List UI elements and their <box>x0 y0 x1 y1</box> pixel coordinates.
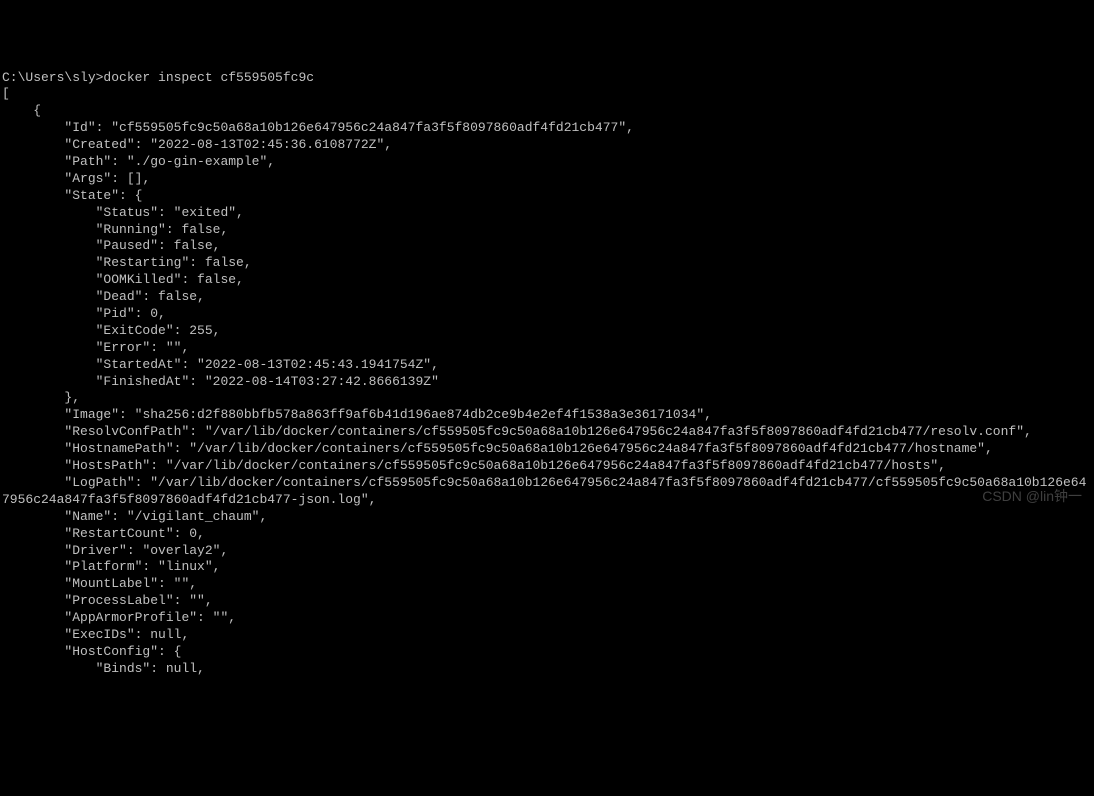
platform-key: "Platform": <box>2 559 158 574</box>
prompt: C:\Users\sly> <box>2 70 103 85</box>
finishedat-val: "2022-08-14T03:27:42.8666139Z" <box>205 374 439 389</box>
args-key: "Args": <box>2 171 127 186</box>
driver-val: "overlay2", <box>142 543 228 558</box>
apparmor-val: "", <box>213 610 236 625</box>
dead-val: false, <box>158 289 205 304</box>
state-close: }, <box>2 390 80 405</box>
logpath-val: "/var/lib/docker/containers/cf559505fc9c… <box>2 475 1086 507</box>
status-val: "exited", <box>174 205 244 220</box>
apparmor-key: "AppArmorProfile": <box>2 610 213 625</box>
hostspath-key: "HostsPath": <box>2 458 166 473</box>
hostnamepath-key: "HostnamePath": <box>2 441 189 456</box>
running-val: false, <box>181 222 228 237</box>
running-key: "Running": <box>2 222 181 237</box>
image-key: "Image": <box>2 407 135 422</box>
paused-key: "Paused": <box>2 238 174 253</box>
hostconfig-key: "HostConfig": { <box>2 644 181 659</box>
name-key: "Name": <box>2 509 127 524</box>
dead-key: "Dead": <box>2 289 158 304</box>
binds-val: null, <box>166 661 205 676</box>
created-val: "2022-08-13T02:45:36.6108772Z", <box>150 137 392 152</box>
execids-key: "ExecIDs": <box>2 627 150 642</box>
command-text: docker inspect cf559505fc9c <box>103 70 314 85</box>
hostnamepath-val: "/var/lib/docker/containers/cf559505fc9c… <box>189 441 993 456</box>
error-val: "", <box>166 340 189 355</box>
mountlabel-key: "MountLabel": <box>2 576 174 591</box>
restarting-val: false, <box>205 255 252 270</box>
binds-key: "Binds": <box>2 661 166 676</box>
terminal-output[interactable]: C:\Users\sly>docker inspect cf559505fc9c… <box>2 70 1092 678</box>
paused-val: false, <box>174 238 221 253</box>
json-open: [ { <box>2 86 41 118</box>
startedat-key: "StartedAt": <box>2 357 197 372</box>
error-key: "Error": <box>2 340 166 355</box>
id-key: "Id": <box>2 120 111 135</box>
oomkilled-key: "OOMKilled": <box>2 272 197 287</box>
path-val: "./go-gin-example", <box>127 154 275 169</box>
pid-val: 0, <box>150 306 166 321</box>
logpath-key: "LogPath": <box>2 475 150 490</box>
exitcode-key: "ExitCode": <box>2 323 189 338</box>
args-val: [], <box>127 171 150 186</box>
finishedat-key: "FinishedAt": <box>2 374 205 389</box>
restarting-key: "Restarting": <box>2 255 205 270</box>
exitcode-val: 255, <box>189 323 220 338</box>
oomkilled-val: false, <box>197 272 244 287</box>
name-val: "/vigilant_chaum", <box>127 509 267 524</box>
resolvconfpath-key: "ResolvConfPath": <box>2 424 205 439</box>
resolvconfpath-val: "/var/lib/docker/containers/cf559505fc9c… <box>205 424 1032 439</box>
path-key: "Path": <box>2 154 127 169</box>
pid-key: "Pid": <box>2 306 150 321</box>
startedat-val: "2022-08-13T02:45:43.1941754Z", <box>197 357 439 372</box>
hostspath-val: "/var/lib/docker/containers/cf559505fc9c… <box>166 458 946 473</box>
mountlabel-val: "", <box>174 576 197 591</box>
restartcount-key: "RestartCount": <box>2 526 189 541</box>
driver-key: "Driver": <box>2 543 142 558</box>
image-val: "sha256:d2f880bbfb578a863ff9af6b41d196ae… <box>135 407 712 422</box>
id-val: "cf559505fc9c50a68a10b126e647956c24a847f… <box>111 120 634 135</box>
processlabel-key: "ProcessLabel": <box>2 593 189 608</box>
platform-val: "linux", <box>158 559 220 574</box>
created-key: "Created": <box>2 137 150 152</box>
state-key: "State": { <box>2 188 142 203</box>
execids-val: null, <box>150 627 189 642</box>
restartcount-val: 0, <box>189 526 205 541</box>
processlabel-val: "", <box>189 593 212 608</box>
status-key: "Status": <box>2 205 174 220</box>
